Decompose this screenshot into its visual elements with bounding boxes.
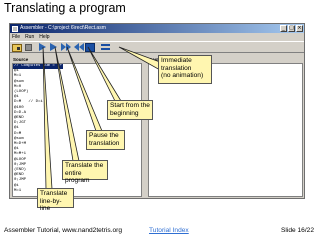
compare-icon[interactable] — [101, 44, 110, 53]
tutorial-index-link[interactable]: Tutorial Index — [149, 227, 189, 234]
assembler-window: Assembler - C:\project 6\rect\Rect.asm _… — [9, 23, 305, 199]
single-step-icon[interactable] — [39, 43, 46, 52]
slide-title: Translating a program — [4, 1, 126, 15]
stop-icon[interactable] — [25, 44, 32, 51]
source-line[interactable]: // Computes sum = 1+...+100 — [13, 64, 79, 70]
menu-bar: File Run Help — [10, 33, 304, 41]
callout-line-by-line: Translate line-by-line — [37, 188, 74, 212]
fast-forward-icon[interactable] — [50, 43, 57, 52]
app-icon — [12, 25, 18, 32]
source-line[interactable]: M=1 — [13, 189, 141, 194]
callout-pause-line-1: Pause the — [89, 132, 119, 139]
callout-translate: Translate the entire program — [62, 160, 108, 184]
menu-run[interactable]: Run — [25, 33, 34, 41]
run-icon[interactable] — [61, 43, 71, 52]
fast-translation-icon[interactable] — [85, 43, 95, 52]
callout-line-by-line-line-2: line-by-line — [40, 197, 62, 213]
maximize-icon[interactable]: □ — [288, 25, 295, 32]
callout-pause: Pause the translation — [86, 130, 125, 150]
callout-start: Start from the beginning — [107, 100, 153, 120]
footer-credit: Assembler Tutorial, www.nand2tetris.org — [4, 227, 123, 234]
slide-number: Slide 16/22 — [281, 227, 314, 234]
menu-file[interactable]: File — [12, 33, 20, 41]
close-icon[interactable]: × — [296, 25, 303, 32]
callout-translate-line-2: entire program — [65, 169, 90, 185]
source-header: Source — [13, 57, 29, 62]
callout-start-line-1: Start from the — [110, 102, 150, 109]
callout-start-line-2: beginning — [110, 109, 139, 117]
callout-immediate-line-2: translation — [161, 64, 192, 72]
load-file-icon[interactable] — [12, 44, 22, 52]
panes: Source Destination // Computes sum = 1+.… — [10, 55, 304, 198]
window-controls: _ □ × — [280, 25, 303, 32]
window-titlebar: Assembler - C:\project 6\rect\Rect.asm _… — [10, 24, 304, 33]
callout-immediate-line-3: (no animation) — [161, 72, 204, 80]
minimize-icon[interactable]: _ — [280, 25, 287, 32]
menu-help[interactable]: Help — [39, 33, 49, 41]
rewind-icon[interactable] — [74, 43, 84, 52]
window-title: Assembler - C:\project 6\rect\Rect.asm — [20, 25, 106, 31]
callout-line-by-line-line-1: Translate — [40, 190, 68, 197]
callout-translate-line-1: Translate the — [65, 162, 104, 169]
callout-immediate: Immediate translation (no animation) — [158, 55, 212, 84]
callout-pause-line-2: translation — [89, 139, 120, 147]
toolbar — [10, 41, 304, 53]
callout-immediate-line-1: Immediate — [161, 57, 192, 64]
